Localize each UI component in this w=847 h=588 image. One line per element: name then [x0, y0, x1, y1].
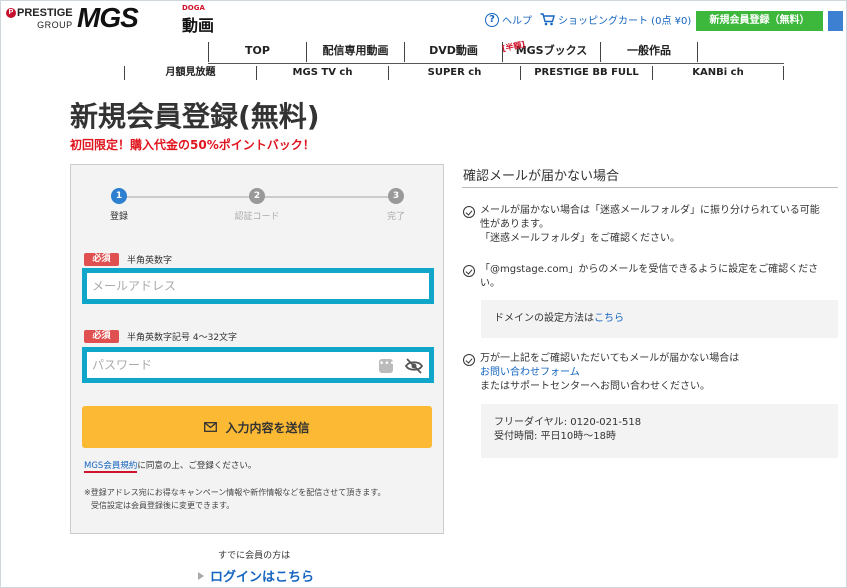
notice-text: ※登録アドレス宛にお得なキャンペーン情報や新作情報などを配信させて頂きます。 受… — [84, 488, 386, 510]
domain-info-box: ドメインの設定方法はこちら — [481, 300, 838, 338]
prestige-logo[interactable]: P PRESTIGE GROUP — [6, 8, 73, 30]
check-circle-icon — [463, 206, 475, 218]
password-manager-icon[interactable]: ••• — [379, 359, 395, 373]
help-item-contact: 万が一上記をご確認いただいてもメールが届かない場合は お問い合わせフォーム また… — [463, 352, 841, 394]
password-requirement: 半角英数字記号 4～32文字 — [127, 333, 238, 343]
help-link[interactable]: ? ヘルプ — [485, 12, 532, 27]
nav-divider — [208, 63, 784, 64]
nav-prestige-bb[interactable]: PRESTIGE BB FULL — [520, 66, 652, 80]
help-item-domain: 「@mgstage.com」からのメールを受信できるように設定をご確認くださ い… — [463, 263, 841, 291]
step-register: 1 登録 — [89, 188, 149, 222]
step-number: 2 — [249, 188, 265, 204]
support-info-box: フリーダイヤル: 0120-021-518 受付時間: 平日10時～18時 — [481, 404, 838, 458]
password-field-label: 必須 半角英数字記号 4～32文字 — [84, 330, 237, 343]
email-field-label: 必須 半角英数字 — [84, 253, 172, 266]
mgs-logo[interactable]: MGS — [77, 4, 139, 32]
contact-form-link[interactable]: お問い合わせフォーム — [480, 367, 580, 378]
cart-icon — [540, 13, 555, 26]
step-number: 3 — [388, 188, 404, 204]
promo-text: 初回限定！購入代金の50%ポイントバック！ — [70, 138, 315, 152]
register-button[interactable]: 新規会員登録（無料） — [696, 11, 823, 31]
support-hours: 受付時間: 平日10時～18時 — [494, 431, 616, 442]
check-circle-icon — [463, 265, 475, 277]
step-label: 完了 — [386, 212, 405, 222]
email-requirement: 半角英数字 — [127, 256, 173, 266]
eye-off-icon[interactable] — [405, 358, 423, 374]
help-divider — [462, 187, 838, 188]
step-label: 認証コード — [234, 212, 280, 222]
nav-books[interactable]: [半額] MGSブックス — [501, 40, 600, 62]
already-member-text: すでに会員の方は — [218, 551, 291, 561]
password-input-wrapper: ••• — [82, 347, 434, 383]
logo-douga-text: 動画 — [182, 16, 215, 35]
required-badge: 必須 — [84, 330, 119, 343]
triangle-right-icon — [198, 571, 204, 580]
shopping-cart-link[interactable]: ショッピングカート (0点 ¥0) — [540, 12, 691, 27]
login-link[interactable]: ログインはこちら — [198, 566, 314, 585]
password-input[interactable] — [87, 352, 429, 378]
nav-kanbi[interactable]: KANBi ch — [652, 66, 784, 80]
terms-link[interactable]: MGS会員規約 — [84, 461, 138, 473]
step-complete: 3 完了 — [366, 188, 426, 222]
menu-toggle-button[interactable] — [828, 11, 843, 31]
nav-super-ch[interactable]: SUPER ch — [388, 66, 520, 80]
step-number: 1 — [111, 188, 127, 204]
prestige-p-icon: P — [6, 8, 16, 18]
email-input-wrapper — [82, 268, 434, 304]
question-icon: ? — [485, 12, 499, 27]
domain-settings-link[interactable]: こちら — [594, 313, 624, 324]
nav-dvd[interactable]: DVD動画 — [404, 42, 502, 62]
help-item-spam: メールが届かない場合は「迷惑メールフォルダ」に振り分けられている可能 性がありま… — [463, 204, 841, 246]
step-label: 登録 — [109, 212, 128, 222]
primary-nav: TOP 配信専用動画 DVD動画 [半額] MGSブックス 一般作品 — [208, 40, 698, 62]
help-section-title: 確認メールが届かない場合 — [463, 169, 620, 184]
mail-icon — [204, 422, 218, 432]
nav-general[interactable]: 一般作品 — [600, 42, 698, 62]
email-input[interactable] — [87, 273, 429, 299]
nav-streaming[interactable]: 配信専用動画 — [306, 42, 404, 62]
logo-doga-text: DOGA — [182, 4, 205, 12]
step-verify-code: 2 認証コード — [227, 188, 287, 222]
terms-text: MGS会員規約に同意の上、ご登録ください。 — [84, 461, 257, 473]
nav-monthly[interactable]: 月額見放題 — [124, 66, 256, 80]
support-phone: フリーダイヤル: 0120-021-518 — [494, 417, 642, 428]
nav-top[interactable]: TOP — [208, 42, 306, 62]
submit-button[interactable]: 入力内容を送信 — [82, 406, 432, 448]
nav-mgs-tv[interactable]: MGS TV ch — [256, 66, 388, 80]
required-badge: 必須 — [84, 253, 119, 266]
secondary-nav: 月額見放題 MGS TV ch SUPER ch PRESTIGE BB FUL… — [124, 66, 784, 80]
page-title: 新規会員登録(無料) — [70, 100, 320, 133]
check-circle-icon — [463, 354, 475, 366]
